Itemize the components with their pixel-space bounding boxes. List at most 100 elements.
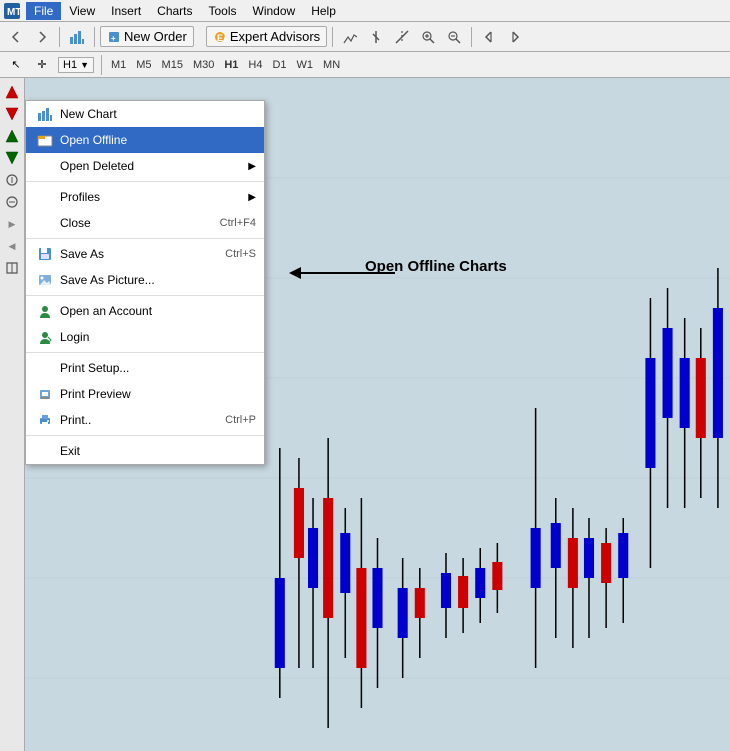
- sep4: [471, 27, 472, 47]
- save-as-shortcut: Ctrl+S: [225, 248, 256, 260]
- menu-item-open-deleted[interactable]: Open Deleted ▶: [26, 153, 264, 179]
- menu-item-save-as-picture[interactable]: Save As Picture...: [26, 267, 264, 293]
- save-as-label: Save As: [60, 247, 104, 261]
- menu-file[interactable]: File: [26, 2, 61, 20]
- sidebar-btn5[interactable]: [2, 170, 22, 190]
- sep1: [59, 27, 60, 47]
- left-sidebar: ▶ ◀: [0, 78, 25, 751]
- open-offline-icon: [34, 131, 56, 149]
- tf-d1[interactable]: D1: [268, 58, 290, 72]
- sidebar-btn7[interactable]: ▶: [2, 214, 22, 234]
- open-deleted-label: Open Deleted: [60, 159, 134, 173]
- sidebar-btn2[interactable]: [2, 104, 22, 124]
- sidebar-btn3[interactable]: [2, 126, 22, 146]
- new-order-label: New Order: [124, 29, 187, 44]
- open-deleted-icon: [34, 157, 56, 175]
- menu-item-new-chart[interactable]: New Chart: [26, 101, 264, 127]
- menu-insert[interactable]: Insert: [103, 2, 149, 20]
- login-icon: [34, 328, 56, 346]
- tf-h1[interactable]: H1: [220, 58, 242, 72]
- print-icon: [34, 411, 56, 429]
- separator3: [26, 295, 264, 296]
- back-btn[interactable]: [4, 25, 28, 49]
- open-account-label: Open an Account: [60, 304, 152, 318]
- menu-item-print-preview[interactable]: Print Preview: [26, 381, 264, 407]
- tf-m30[interactable]: M30: [189, 58, 218, 72]
- sidebar-btn4[interactable]: [2, 148, 22, 168]
- sep2: [94, 27, 95, 47]
- menu-item-login[interactable]: Login: [26, 324, 264, 350]
- main-toolbar: + New Order EA Expert Advisors: [0, 22, 730, 52]
- tf-m5[interactable]: M5: [132, 58, 155, 72]
- crosshair-tool[interactable]: ✛: [30, 53, 54, 77]
- menu-help[interactable]: Help: [303, 2, 344, 20]
- sep5: [101, 55, 102, 75]
- profiles-arrow: ▶: [248, 192, 256, 203]
- file-dropdown-menu: New Chart Open Offline Open Deleted ▶: [25, 100, 265, 465]
- menu-item-open-account[interactable]: Open an Account: [26, 298, 264, 324]
- period-selector[interactable]: H1 ▼: [58, 57, 94, 73]
- tf-m1[interactable]: M1: [107, 58, 130, 72]
- exit-icon: [34, 442, 56, 460]
- sidebar-btn6[interactable]: [2, 192, 22, 212]
- tf-mn[interactable]: MN: [319, 58, 344, 72]
- expert-advisors-btn[interactable]: EA Expert Advisors: [206, 26, 327, 47]
- separator2: [26, 238, 264, 239]
- svg-text:+: +: [111, 34, 116, 43]
- menu-item-print-setup[interactable]: Print Setup...: [26, 355, 264, 381]
- menu-item-save-as[interactable]: Save As Ctrl+S: [26, 241, 264, 267]
- sidebar-btn8[interactable]: ◀: [2, 236, 22, 256]
- print-label: Print..: [60, 413, 91, 427]
- tf-h4[interactable]: H4: [244, 58, 266, 72]
- menu-item-open-offline[interactable]: Open Offline: [26, 127, 264, 153]
- scroll-right-btn[interactable]: [503, 25, 527, 49]
- menu-window[interactable]: Window: [245, 2, 304, 20]
- chart-tool1[interactable]: [338, 25, 362, 49]
- zoom-out-btn[interactable]: [442, 25, 466, 49]
- zoom-in-btn[interactable]: [416, 25, 440, 49]
- open-offline-label: Open Offline: [60, 133, 127, 147]
- close-icon: [34, 214, 56, 232]
- save-picture-icon: [34, 271, 56, 289]
- save-as-picture-label: Save As Picture...: [60, 273, 155, 287]
- menu-tools[interactable]: Tools: [201, 2, 245, 20]
- profiles-icon: [34, 188, 56, 206]
- separator4: [26, 352, 264, 353]
- login-label: Login: [60, 330, 89, 344]
- print-preview-label: Print Preview: [60, 387, 131, 401]
- print-setup-label: Print Setup...: [60, 361, 129, 375]
- menu-view[interactable]: View: [61, 2, 103, 20]
- separator1: [26, 181, 264, 182]
- new-order-btn[interactable]: + New Order: [100, 26, 194, 47]
- scroll-left-btn[interactable]: [477, 25, 501, 49]
- print-setup-icon: [34, 359, 56, 377]
- sidebar-btn9[interactable]: [2, 258, 22, 278]
- print-shortcut: Ctrl+P: [225, 414, 256, 426]
- menu-item-print[interactable]: Print.. Ctrl+P: [26, 407, 264, 433]
- svg-text:MT: MT: [7, 7, 20, 18]
- open-deleted-arrow: ▶: [248, 161, 256, 172]
- menu-item-exit[interactable]: Exit: [26, 438, 264, 464]
- menu-charts[interactable]: Charts: [149, 2, 200, 20]
- tf-w1[interactable]: W1: [293, 58, 318, 72]
- profiles-label: Profiles: [60, 190, 100, 204]
- new-order-icon: +: [107, 30, 121, 44]
- menu-item-close[interactable]: Close Ctrl+F4: [26, 210, 264, 236]
- forward-btn[interactable]: [30, 25, 54, 49]
- sidebar-btn1[interactable]: [2, 82, 22, 102]
- period-dropdown-arrow: ▼: [80, 60, 89, 70]
- new-chart-icon: [34, 105, 56, 123]
- menu-item-profiles[interactable]: Profiles ▶: [26, 184, 264, 210]
- exit-label: Exit: [60, 444, 80, 458]
- new-chart-label: New Chart: [60, 107, 117, 121]
- chart-tool2[interactable]: [364, 25, 388, 49]
- chart-tool3[interactable]: [390, 25, 414, 49]
- tf-m15[interactable]: M15: [158, 58, 187, 72]
- print-preview-icon: [34, 385, 56, 403]
- app-icon: MT: [4, 3, 20, 19]
- expert-advisors-icon: EA: [213, 30, 227, 44]
- cursor-tool[interactable]: ↖: [4, 53, 28, 77]
- new-chart-btn[interactable]: [65, 25, 89, 49]
- menu-bar: MT File View Insert Charts Tools Window …: [0, 0, 730, 22]
- close-label: Close: [60, 216, 91, 230]
